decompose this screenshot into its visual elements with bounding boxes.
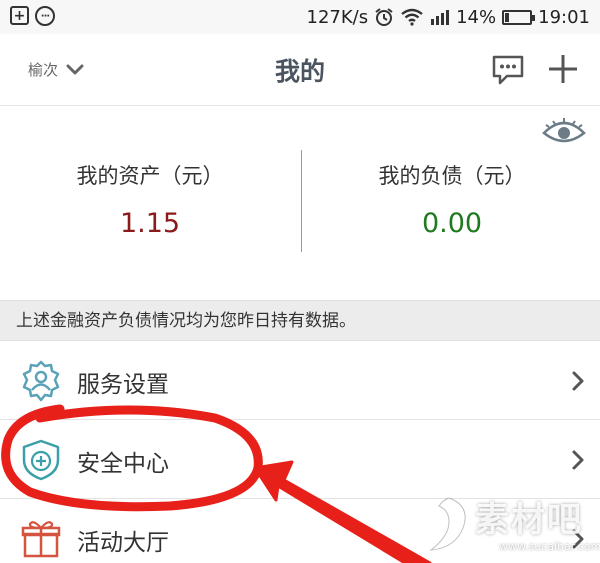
add-button[interactable] xyxy=(546,52,580,86)
status-bar: + ··· 127K/s 14% 19:01 xyxy=(0,0,600,34)
menu-item-service-settings[interactable]: 服务设置 xyxy=(0,342,600,420)
chevron-right-icon xyxy=(572,450,584,470)
eye-icon[interactable] xyxy=(540,116,588,146)
battery-percent: 14% xyxy=(456,6,497,28)
status-right: 127K/s 14% 19:01 xyxy=(307,4,591,30)
menu-item-label: 活动大厅 xyxy=(77,530,169,556)
watermark: 素材吧 www.sucaibar.com xyxy=(415,490,600,563)
alarm-icon xyxy=(375,8,393,26)
message-icon xyxy=(492,55,524,85)
shield-plus-icon xyxy=(22,439,60,481)
app-header: 榆次 我的 xyxy=(0,34,600,106)
liabilities-label: 我的负债（元） xyxy=(378,164,526,188)
menu-item-label: 服务设置 xyxy=(77,372,169,398)
watermark-logo xyxy=(429,497,466,551)
watermark-text: 素材吧 xyxy=(475,500,583,540)
status-left-icons: + ··· xyxy=(10,6,55,26)
chevron-right-icon xyxy=(572,371,584,391)
battery-level-fill xyxy=(505,12,509,22)
gift-icon xyxy=(21,521,61,558)
gear-person-icon xyxy=(22,360,60,402)
signal-icon xyxy=(431,10,450,25)
more-circle-icon: ··· xyxy=(35,6,55,26)
assets-value: 1.15 xyxy=(119,208,181,239)
add-box-icon: + xyxy=(10,6,29,25)
data-notice: 上述金融资产负债情况均为您昨日持有数据。 xyxy=(0,300,600,341)
network-speed: 127K/s xyxy=(306,6,369,28)
menu-item-security-center[interactable]: 安全中心 xyxy=(0,421,600,499)
assets-label: 我的资产（元） xyxy=(76,164,224,188)
assets-summary[interactable]: 我的资产（元） 1.15 xyxy=(0,160,300,239)
plus-icon xyxy=(549,55,577,83)
liabilities-summary[interactable]: 我的负债（元） 0.00 xyxy=(302,160,600,239)
battery-icon xyxy=(502,9,536,25)
wifi-icon xyxy=(401,8,423,26)
watermark-url: www.sucaibar.com xyxy=(499,540,600,553)
clock-time: 19:01 xyxy=(538,6,590,28)
menu-item-label: 安全中心 xyxy=(77,451,169,477)
liabilities-value: 0.00 xyxy=(421,208,483,239)
message-button[interactable] xyxy=(491,54,525,86)
